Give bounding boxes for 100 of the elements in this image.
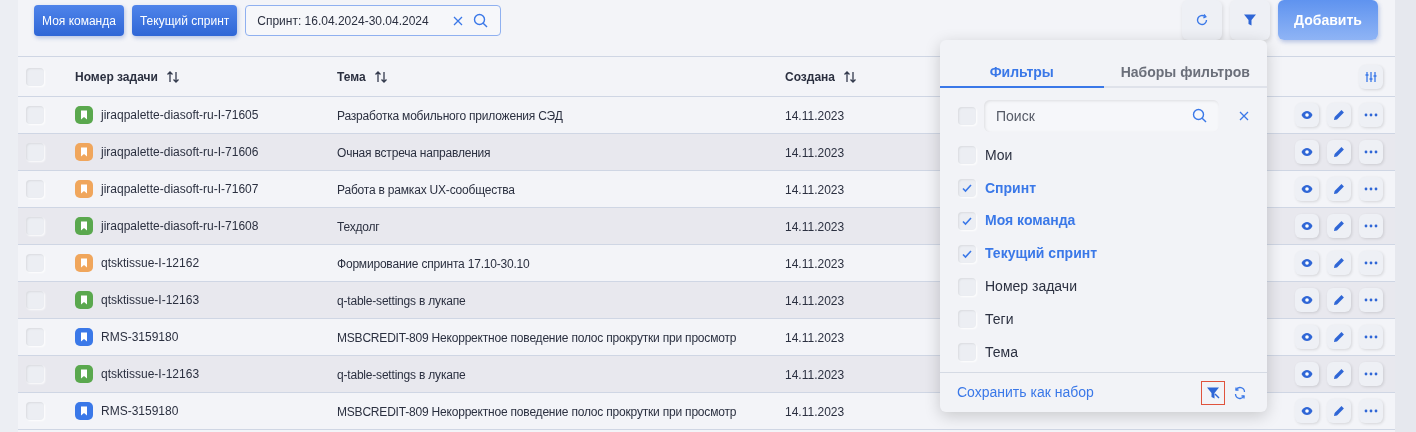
more-icon (1364, 372, 1378, 376)
sort-icon[interactable] (373, 69, 388, 84)
filter-option[interactable]: Моя команда (985, 210, 1076, 232)
table-cell: 14.11.2023 (785, 294, 845, 308)
more-button[interactable] (1359, 325, 1383, 349)
filter-chip[interactable]: Моя команда (34, 5, 124, 36)
checkbox[interactable] (26, 254, 44, 272)
apply-filter-button[interactable] (1201, 380, 1225, 405)
refresh-icon[interactable] (1233, 385, 1247, 400)
checkbox[interactable] (958, 244, 976, 263)
checkbox[interactable] (958, 146, 976, 165)
table-cell: Формирование спринта 17.10-30.10 (337, 257, 530, 271)
tab[interactable]: Фильтры (940, 58, 1104, 88)
filter-option[interactable]: Текущий спринт (985, 243, 1098, 265)
more-icon (1364, 113, 1378, 117)
table-cell-text: qtsktissue-I-12162 (101, 255, 200, 272)
sort-icon[interactable] (843, 69, 857, 84)
checkbox[interactable] (958, 310, 976, 329)
checkbox[interactable] (958, 107, 976, 125)
search-icon[interactable] (473, 13, 489, 28)
close-icon[interactable] (453, 15, 464, 26)
add-button[interactable]: Добавить (1278, 0, 1378, 40)
more-button[interactable] (1359, 399, 1383, 423)
table-cell-text: jiraqpalette-diasoft-ru-I-71607 (101, 181, 259, 198)
view-button[interactable] (1295, 288, 1319, 312)
more-button[interactable] (1359, 288, 1383, 312)
checkbox[interactable] (958, 179, 976, 198)
filter-option[interactable]: Тема (985, 341, 1018, 363)
more-button[interactable] (1359, 251, 1383, 275)
table-cell: 14.11.2023 (785, 220, 845, 234)
sort-icon[interactable] (165, 69, 180, 84)
close-icon[interactable] (1239, 111, 1249, 121)
checkbox[interactable] (26, 180, 44, 198)
column-settings-button[interactable] (1359, 64, 1383, 89)
checkmark-icon (961, 182, 973, 195)
checkbox[interactable] (26, 106, 44, 124)
table-cell: 14.11.2023 (785, 331, 845, 345)
edit-button[interactable] (1327, 214, 1351, 238)
more-button[interactable] (1359, 140, 1383, 164)
view-button[interactable] (1295, 251, 1319, 275)
view-button[interactable] (1295, 140, 1319, 164)
checkbox[interactable] (26, 67, 44, 86)
filter-icon (1206, 385, 1220, 400)
table-cell-text: jiraqpalette-diasoft-ru-I-71606 (101, 144, 259, 161)
view-button[interactable] (1295, 362, 1319, 386)
checkbox[interactable] (26, 217, 44, 235)
table-cell-text: qtsktissue-I-12163 (101, 366, 200, 383)
table-cell: Разработка мобильного приложения СЭД (337, 109, 563, 123)
tab[interactable]: Наборы фильтров (1103, 58, 1267, 88)
filter-option[interactable]: Теги (985, 308, 1014, 330)
more-button[interactable] (1359, 362, 1383, 386)
edit-button[interactable] (1327, 140, 1351, 164)
filter-button[interactable] (1230, 0, 1270, 40)
table-cell: 14.11.2023 (785, 109, 845, 123)
edit-button[interactable] (1327, 251, 1351, 275)
view-button[interactable] (1295, 325, 1319, 349)
checkbox[interactable] (958, 212, 976, 230)
more-icon (1364, 224, 1378, 228)
view-button[interactable] (1295, 103, 1319, 127)
search-field[interactable]: Спринт: 16.04.2024-30.04.2024 (245, 5, 502, 36)
view-button[interactable] (1295, 399, 1319, 423)
search-icon[interactable] (1192, 108, 1207, 123)
eye-icon (1301, 258, 1313, 268)
table-cell-text: RMS-3159180 (101, 403, 179, 420)
edit-button[interactable] (1327, 399, 1351, 423)
column-header: Создана (785, 68, 835, 86)
eye-icon (1301, 221, 1313, 231)
table-cell: Очная встреча направления (337, 146, 491, 160)
column-header: Номер задачи (75, 68, 158, 86)
save-set-link[interactable]: Сохранить как набор (957, 382, 1201, 403)
filter-option[interactable]: Спринт (985, 177, 1037, 199)
checkbox[interactable] (26, 365, 44, 383)
filter-chip[interactable]: Текущий спринт (131, 5, 238, 36)
edit-button[interactable] (1327, 103, 1351, 127)
table-cell: Техдолг (337, 220, 380, 234)
view-button[interactable] (1295, 214, 1319, 238)
eye-icon (1301, 295, 1313, 305)
checkbox[interactable] (26, 328, 44, 346)
more-button[interactable] (1359, 177, 1383, 201)
checkbox[interactable] (26, 402, 44, 420)
checkbox[interactable] (958, 343, 976, 362)
table-cell: 14.11.2023 (785, 405, 845, 419)
more-icon (1364, 409, 1378, 413)
edit-button[interactable] (1327, 288, 1351, 312)
search-field[interactable]: Поиск (984, 100, 1219, 132)
more-button[interactable] (1359, 103, 1383, 127)
pencil-icon (1333, 331, 1345, 343)
filter-option[interactable]: Мои (985, 144, 1013, 166)
checkbox[interactable] (958, 277, 976, 296)
checkbox[interactable] (26, 143, 44, 161)
filter-option[interactable]: Номер задачи (985, 276, 1077, 298)
view-button[interactable] (1295, 177, 1319, 201)
table-cell: Работа в рамках UX-сообщества (337, 183, 515, 197)
more-button[interactable] (1359, 214, 1383, 238)
edit-button[interactable] (1327, 325, 1351, 349)
refresh-button[interactable] (1182, 0, 1222, 40)
table-cell: MSBCREDIT-809 Некорректное поведение полос прокрутки при просмотр (337, 405, 737, 419)
edit-button[interactable] (1327, 362, 1351, 386)
edit-button[interactable] (1327, 177, 1351, 201)
checkbox[interactable] (26, 291, 44, 309)
